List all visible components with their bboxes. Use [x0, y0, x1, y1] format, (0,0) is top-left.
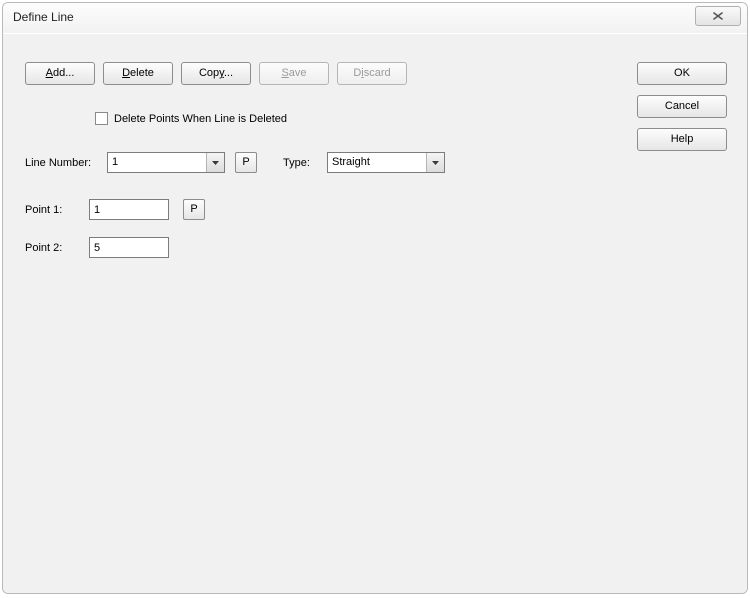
cancel-button[interactable]: Cancel	[637, 95, 727, 118]
point1-input[interactable]	[89, 199, 169, 220]
point2-label: Point 2:	[25, 242, 77, 254]
close-button[interactable]	[695, 6, 741, 26]
line-number-pick-button[interactable]: P	[235, 152, 257, 173]
delete-points-checkbox[interactable]	[95, 112, 108, 125]
copy-button[interactable]: Copy...	[181, 62, 251, 85]
point1-row: Point 1: P	[25, 199, 205, 220]
line-number-label: Line Number:	[25, 157, 101, 169]
title-bar: Define Line	[3, 3, 747, 34]
type-value: Straight	[328, 153, 374, 172]
dialog-title: Define Line	[13, 10, 74, 24]
line-number-value: 1	[108, 153, 122, 172]
delete-button[interactable]: Delete	[103, 62, 173, 85]
point2-row: Point 2:	[25, 237, 169, 258]
discard-button[interactable]: Discard	[337, 62, 407, 85]
type-label: Type:	[283, 157, 319, 169]
chevron-down-icon	[426, 153, 444, 172]
type-combo[interactable]: Straight	[327, 152, 445, 173]
define-line-dialog: Define Line Add... Delete Copy... Save D…	[2, 2, 748, 594]
line-number-combo[interactable]: 1	[107, 152, 225, 173]
point1-pick-button[interactable]: P	[183, 199, 205, 220]
chevron-down-icon	[206, 153, 224, 172]
point1-label: Point 1:	[25, 204, 77, 216]
side-buttons: OK Cancel Help	[637, 62, 727, 151]
delete-points-label: Delete Points When Line is Deleted	[114, 113, 287, 125]
help-button[interactable]: Help	[637, 128, 727, 151]
toolbar: Add... Delete Copy... Save Discard	[25, 62, 407, 85]
ok-button[interactable]: OK	[637, 62, 727, 85]
close-icon	[713, 12, 723, 20]
delete-points-checkbox-row: Delete Points When Line is Deleted	[95, 112, 287, 125]
line-number-row: Line Number: 1 P Type: Straight	[25, 152, 445, 173]
add-button[interactable]: Add...	[25, 62, 95, 85]
save-button[interactable]: Save	[259, 62, 329, 85]
client-area: Add... Delete Copy... Save Discard OK Ca…	[3, 33, 747, 593]
point2-input[interactable]	[89, 237, 169, 258]
